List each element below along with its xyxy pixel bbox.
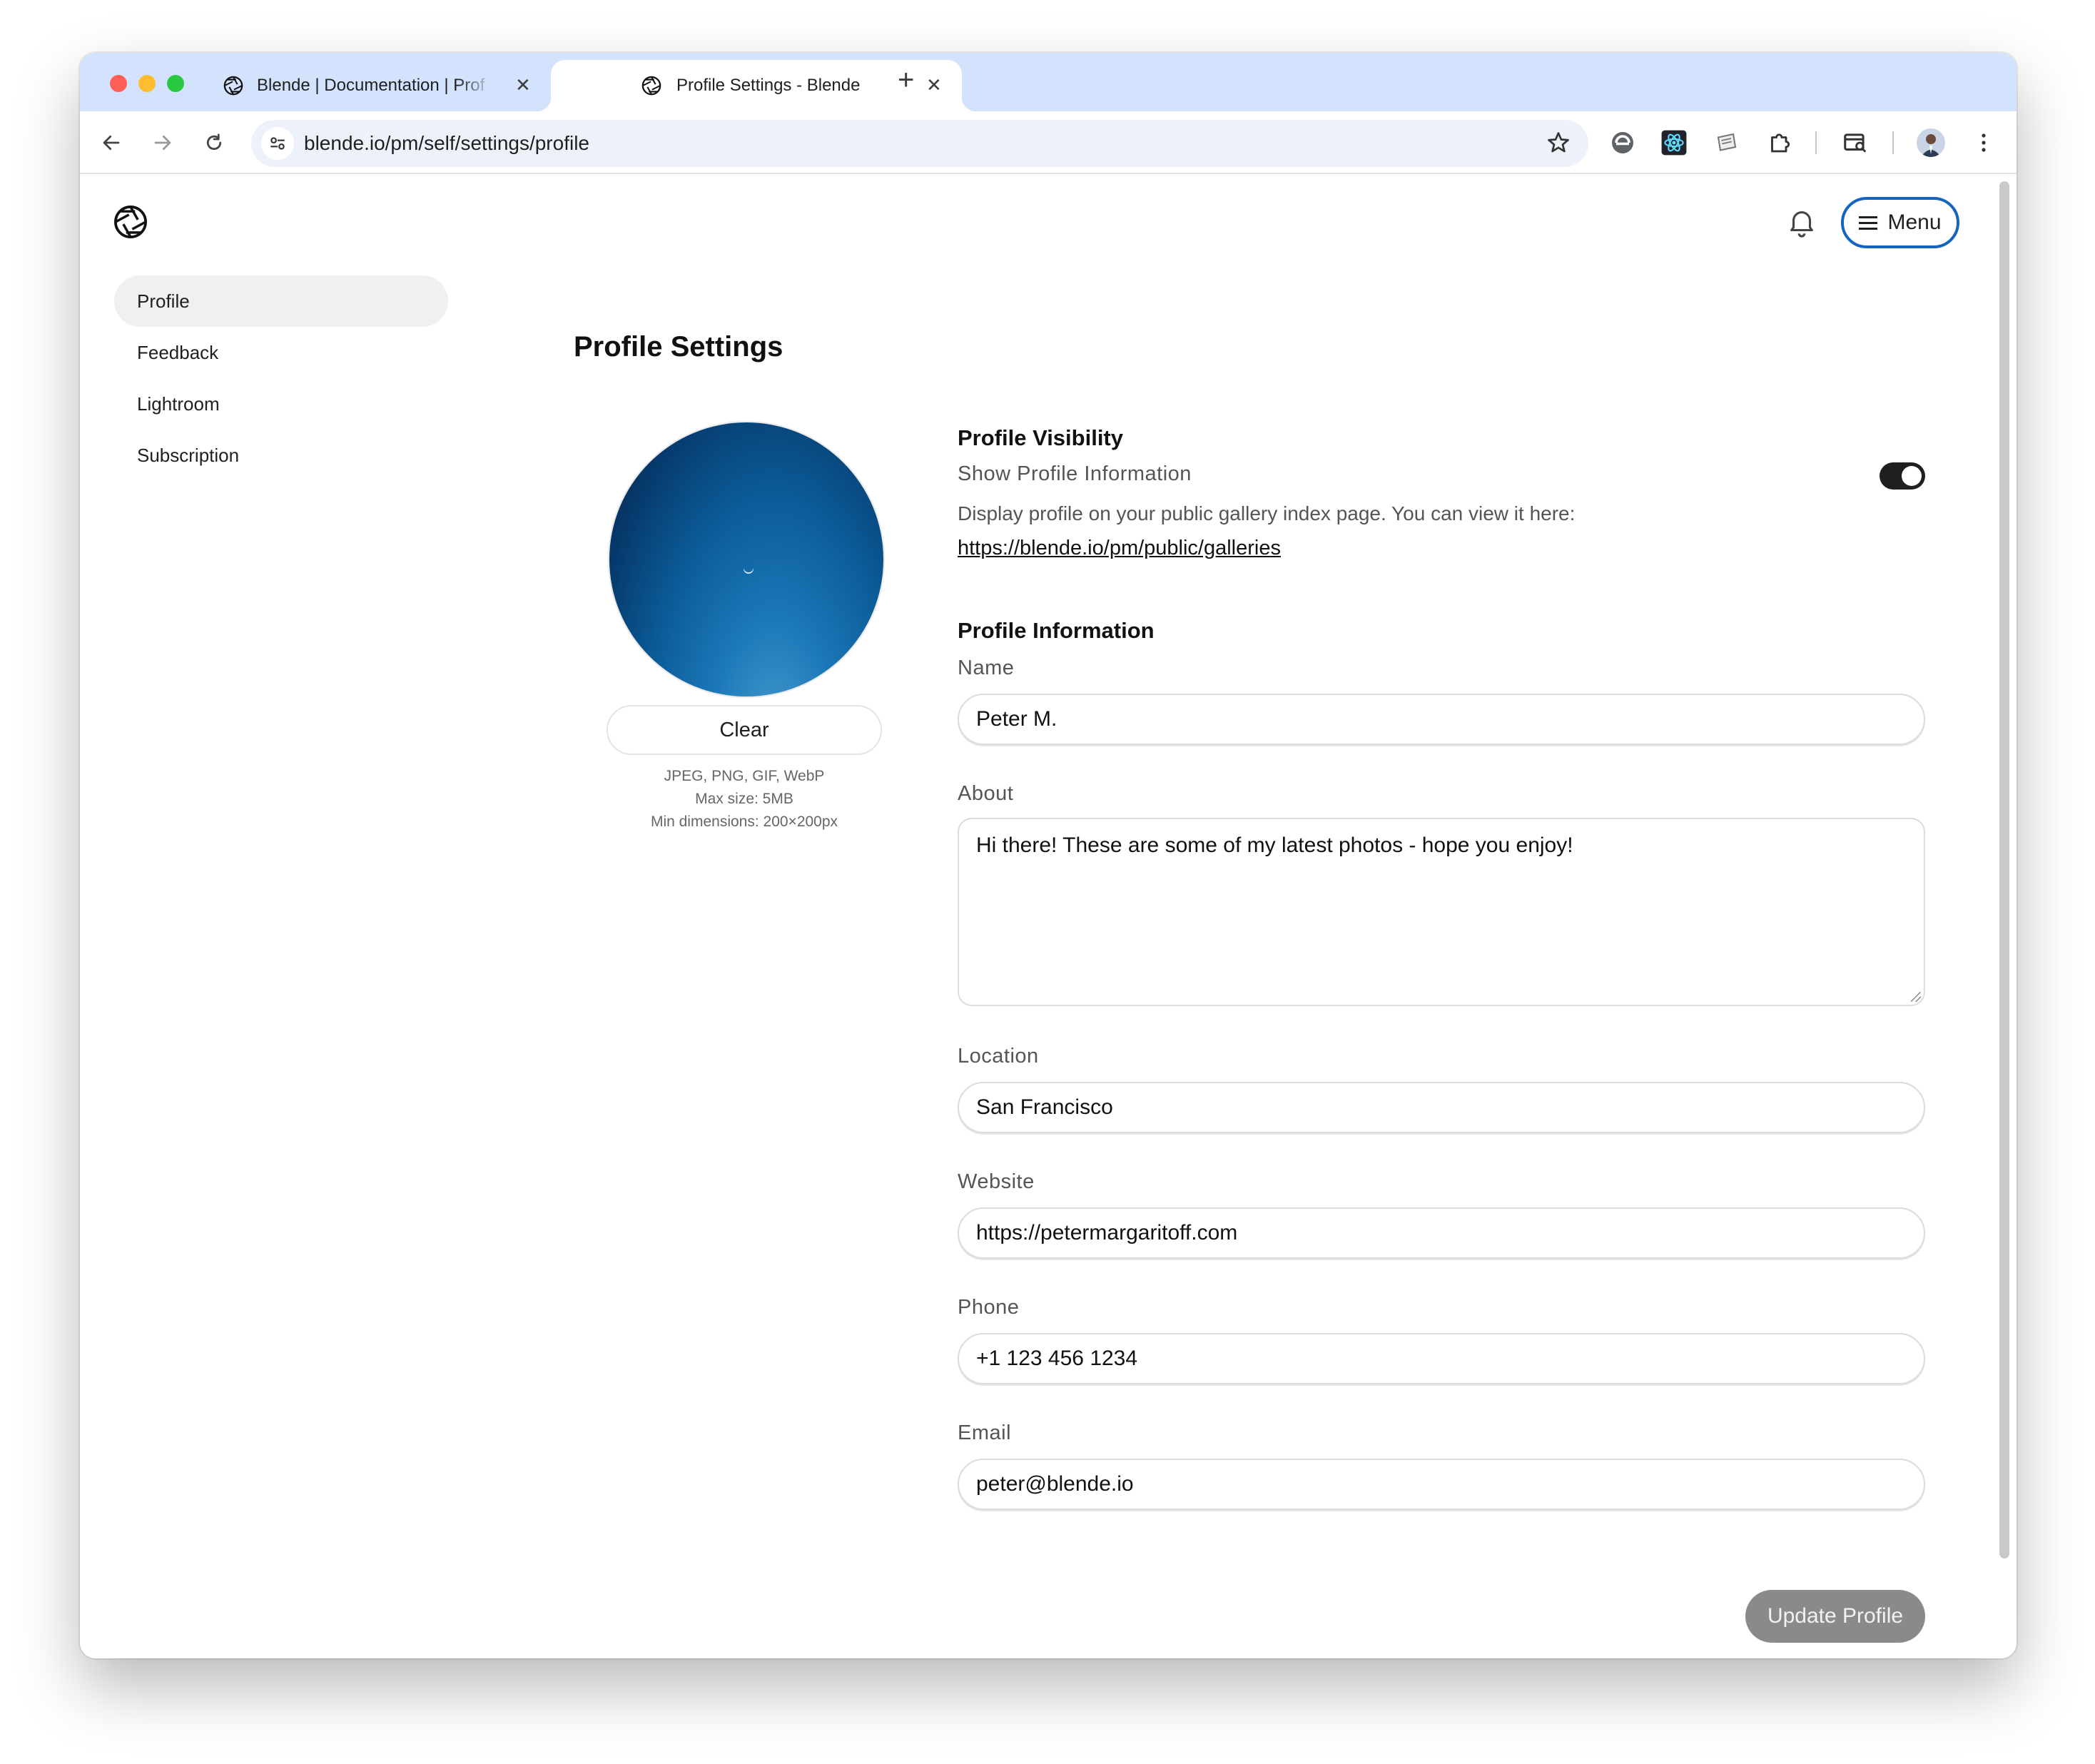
visibility-description: Display profile on your public gallery i… <box>958 502 1576 524</box>
extension-blocker-icon[interactable] <box>1607 127 1638 158</box>
location-label: Location <box>958 1045 1039 1068</box>
tab-title: Profile Settings - Blende <box>676 76 861 95</box>
browser-toolbar: blende.io/pm/self/settings/profile <box>80 111 2017 174</box>
extension-react-devtools-icon[interactable] <box>1658 127 1690 158</box>
close-window-button[interactable] <box>110 75 127 92</box>
maximize-window-button[interactable] <box>167 75 184 92</box>
minimize-window-button[interactable] <box>138 75 156 92</box>
website-input[interactable] <box>958 1207 1925 1259</box>
extension-notes-icon[interactable] <box>1711 127 1743 158</box>
browser-window: Blende | Documentation | Prof ✕ Profile … <box>80 53 2017 1658</box>
close-tab-icon[interactable]: ✕ <box>515 74 531 96</box>
notifications-bell-icon[interactable] <box>1785 206 1818 238</box>
profile-visibility-title: Profile Visibility <box>958 425 1124 450</box>
sidebar-item-feedback[interactable]: Feedback <box>114 327 448 378</box>
menu-label: Menu <box>1887 211 1942 234</box>
avatar-hint-formats: JPEG, PNG, GIF, WebP <box>664 768 825 784</box>
profile-information-title: Profile Information <box>958 618 1155 643</box>
close-tab-icon[interactable]: ✕ <box>926 74 942 96</box>
menu-button[interactable]: Menu <box>1841 197 1959 248</box>
profile-avatar-icon[interactable] <box>1915 127 1947 158</box>
tab-strip: Blende | Documentation | Prof ✕ Profile … <box>80 53 2017 111</box>
phone-input[interactable] <box>958 1333 1925 1384</box>
public-gallery-link[interactable]: https://blende.io/pm/public/galleries <box>958 537 1281 560</box>
tab-search-icon[interactable] <box>1840 127 1871 158</box>
extensions-puzzle-icon[interactable] <box>1764 127 1795 158</box>
blende-logo-icon[interactable] <box>113 204 148 240</box>
show-profile-toggle[interactable] <box>1880 462 1925 490</box>
about-label: About <box>958 782 1014 805</box>
name-input[interactable] <box>958 694 1925 745</box>
avatar-hint-dimensions: Min dimensions: 200×200px <box>650 813 838 830</box>
page-content: Menu Profile Feedback Lightroom Subscrip… <box>80 176 2017 1658</box>
sidebar-item-label: Lightroom <box>137 392 220 415</box>
settings-sidebar: Profile Feedback Lightroom Subscription <box>114 275 448 481</box>
about-textarea[interactable]: Hi there! These are some of my latest ph… <box>958 818 1925 1006</box>
toolbar-divider <box>1815 131 1817 154</box>
profile-avatar-image[interactable] <box>609 422 883 696</box>
avatar-hint-size: Max size: 5MB <box>695 791 793 807</box>
address-bar[interactable]: blende.io/pm/self/settings/profile <box>251 120 1588 167</box>
bookmark-star-icon[interactable] <box>1546 130 1571 159</box>
sidebar-item-label: Feedback <box>137 341 219 363</box>
sidebar-item-profile[interactable]: Profile <box>114 275 448 327</box>
resize-grip-icon[interactable] <box>1911 992 1921 1002</box>
toolbar-divider <box>1892 131 1894 154</box>
hamburger-icon <box>1859 213 1878 233</box>
name-label: Name <box>958 657 1015 679</box>
update-profile-button[interactable]: Update Profile <box>1745 1590 1925 1643</box>
moon-mark <box>744 562 754 572</box>
sidebar-item-label: Subscription <box>137 444 240 466</box>
page-title: Profile Settings <box>574 331 783 363</box>
blende-favicon-icon <box>223 76 243 96</box>
back-icon[interactable] <box>93 124 130 161</box>
tab-title: Blende | Documentation | Prof <box>257 76 485 95</box>
reload-icon[interactable] <box>196 124 233 161</box>
blende-favicon-icon <box>641 76 661 96</box>
sidebar-item-lightroom[interactable]: Lightroom <box>114 378 448 430</box>
toggle-knob <box>1902 466 1922 486</box>
tab-documentation[interactable]: Blende | Documentation | Prof ✕ <box>223 60 551 111</box>
page-scrollbar[interactable] <box>1999 181 2009 1558</box>
show-profile-label: Show Profile Information <box>958 462 1192 485</box>
new-tab-icon[interactable]: + <box>898 66 914 94</box>
sidebar-item-subscription[interactable]: Subscription <box>114 430 448 481</box>
url-text: blende.io/pm/self/settings/profile <box>304 132 589 154</box>
clear-avatar-button[interactable]: Clear <box>607 705 882 755</box>
website-label: Website <box>958 1170 1035 1193</box>
email-input[interactable] <box>958 1459 1925 1510</box>
site-settings-icon[interactable] <box>261 127 294 160</box>
location-input[interactable] <box>958 1082 1925 1133</box>
sidebar-item-label: Profile <box>137 290 190 312</box>
phone-label: Phone <box>958 1296 1020 1319</box>
email-label: Email <box>958 1421 1012 1444</box>
forward-icon[interactable] <box>144 124 181 161</box>
browser-menu-icon[interactable] <box>1968 127 1999 158</box>
